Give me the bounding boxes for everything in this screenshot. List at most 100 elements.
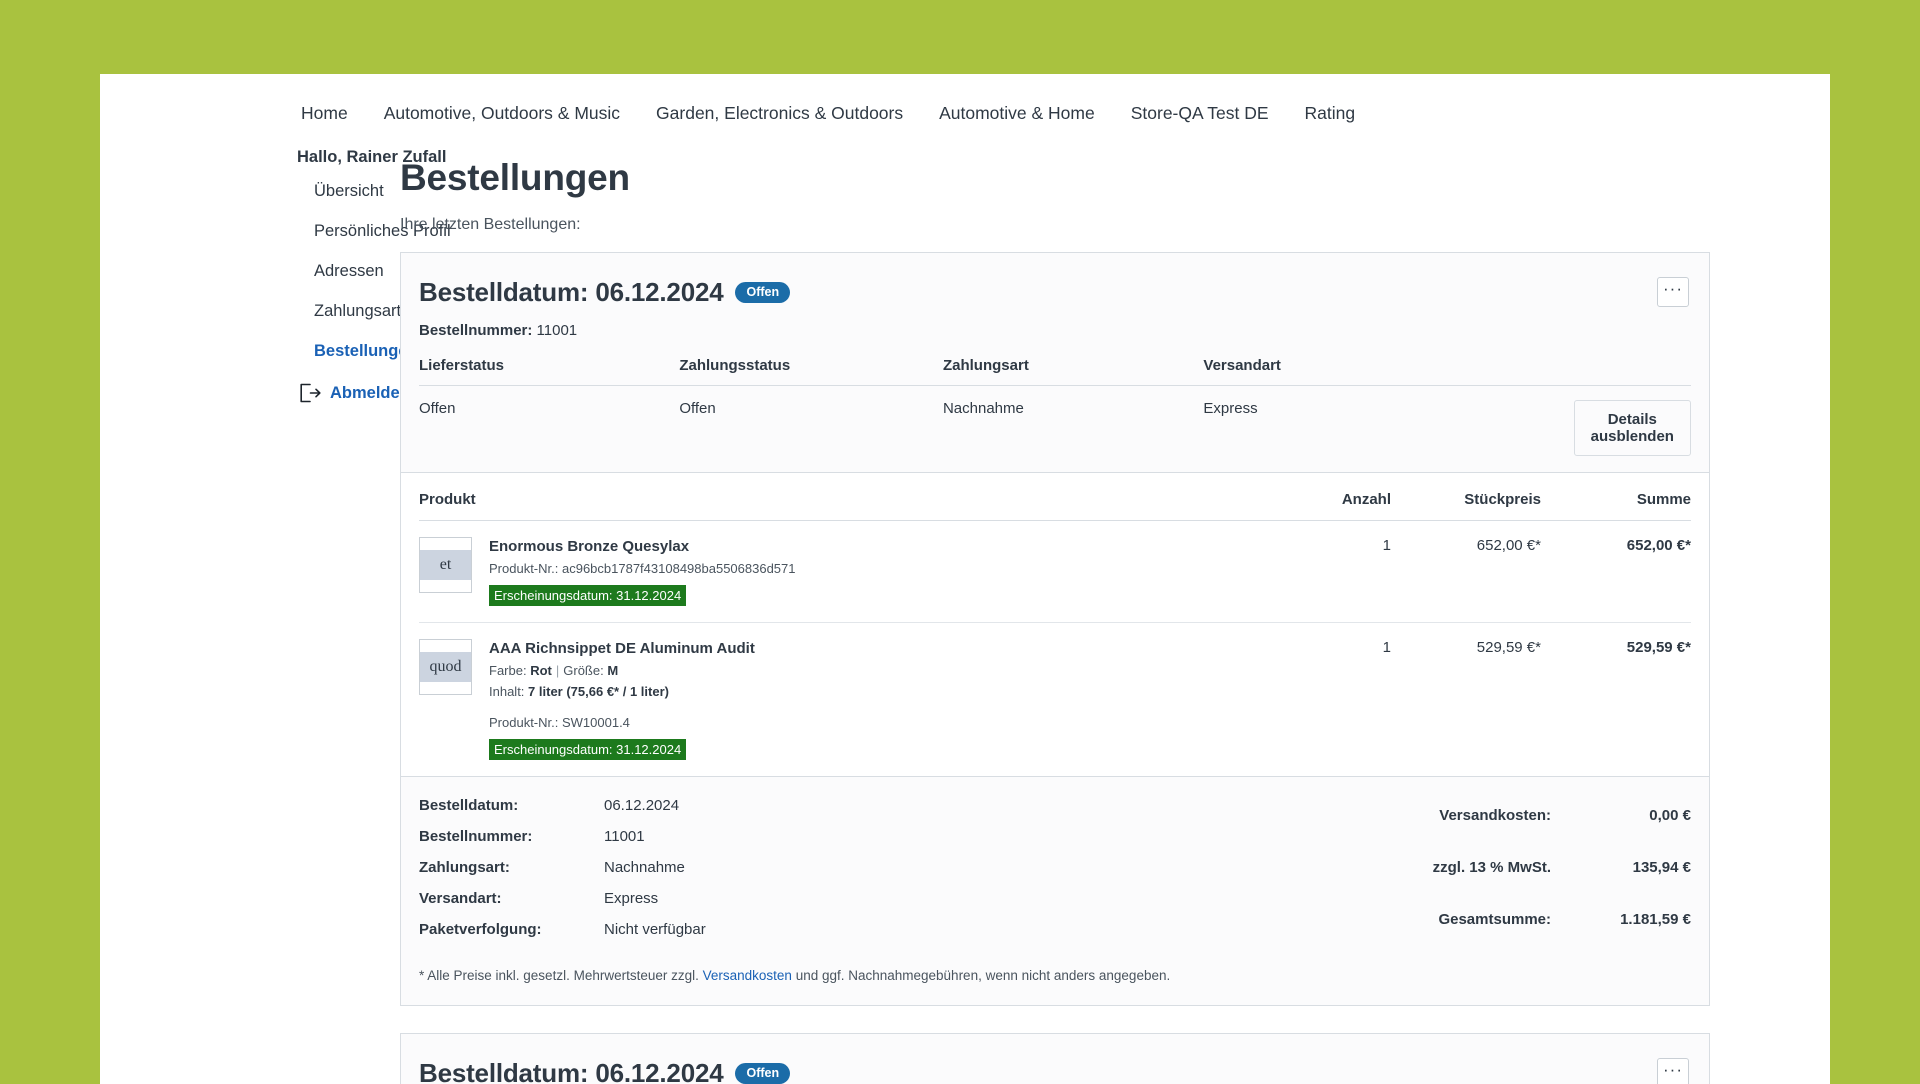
sidebar-item-bestellungen[interactable]: Bestellungen <box>314 342 418 361</box>
table-header-row: Produkt Anzahl Stückpreis Summe <box>419 473 1691 521</box>
order-actions-menu-button[interactable]: ··· <box>1657 1058 1689 1084</box>
order-summary-details: Bestelldatum: 06.12.2024 Bestellnummer: … <box>419 797 706 952</box>
main-navigation: Home Automotive, Outdoors & Music Garden… <box>100 74 1830 126</box>
sidebar-item-label[interactable]: Adressen <box>314 262 384 280</box>
shipping-costs-link[interactable]: Versandkosten <box>703 968 792 983</box>
nav-item-home[interactable]: Home <box>297 101 352 126</box>
order-card-header: Bestelldatum: 06.12.2024 Offen ··· <box>401 253 1709 308</box>
product-total: 652,00 €* <box>1541 520 1691 623</box>
order-products-table: Produkt Anzahl Stückpreis Summe et Enorm… <box>419 473 1691 776</box>
account-sidebar: Hallo, Rainer Zufall Übersicht Persönlic… <box>100 148 451 1084</box>
value-zahlungsstatus: Offen <box>679 400 716 417</box>
sidebar-item-persoenliches-profil[interactable]: Persönliches Profil <box>314 222 451 241</box>
order-date-line: Bestelldatum: 06.12.2024 Offen <box>419 277 791 308</box>
product-unit-price: 529,59 €* <box>1476 639 1541 656</box>
order-date: Bestelldatum: 06.12.2024 <box>419 277 724 307</box>
product-number-value: SW10001.4 <box>561 715 630 730</box>
table-row: Versandkosten: 0,00 € <box>1433 797 1691 849</box>
product-name[interactable]: AAA Richnsippet DE Aluminum Audit <box>489 640 755 657</box>
product-number: Produkt-Nr.: SW10001.4 <box>489 715 755 730</box>
table-row: Gesamtsumme: 1.181,59 € <box>1433 900 1691 952</box>
page-title: Bestellungen <box>400 157 630 198</box>
table-row: et Enormous Bronze Quesylax Produkt-Nr.:… <box>419 520 1691 623</box>
summary-key: Bestelldatum: <box>419 797 519 814</box>
summary-value: Nachnahme <box>604 859 685 876</box>
total-value: 1.181,59 € <box>1620 910 1691 928</box>
order-number-line: Bestellnummer: 11001 <box>401 308 1709 339</box>
footnote-pre: * Alle Preise inkl. gesetzl. Mehrwertste… <box>419 968 703 983</box>
table-row: Offen Offen Nachnahme Express Details au… <box>419 386 1691 473</box>
total-key: Versandkosten: <box>1439 807 1551 825</box>
summary-key: Zahlungsart: <box>419 859 510 876</box>
table-header-row: Lieferstatus Zahlungsstatus Zahlungsart … <box>419 357 1691 386</box>
logout-label[interactable]: Abmelden <box>330 384 410 403</box>
variant-color-value: Rot <box>530 663 552 678</box>
summary-value: 06.12.2024 <box>604 797 680 814</box>
sidebar-menu: Übersicht Persönliches Profil Adressen Z… <box>297 182 451 361</box>
content-value: 7 liter (75,66 €* / 1 liter) <box>528 684 669 699</box>
product-number-label: Produkt-Nr.: <box>489 715 559 730</box>
sidebar-greeting: Hallo, Rainer Zufall <box>297 148 447 166</box>
header-stueckpreis: Stückpreis <box>1391 473 1541 521</box>
release-date-badge: Erscheinungsdatum: 31.12.2024 <box>489 739 687 760</box>
sidebar-item-uebersicht[interactable]: Übersicht <box>314 182 400 201</box>
nav-item-garden-electronics-outdoors[interactable]: Garden, Electronics & Outdoors <box>652 101 907 126</box>
product-number-value: ac96bcb1787f43108498ba5506836d571 <box>561 561 796 576</box>
product-name[interactable]: Enormous Bronze Quesylax <box>489 538 796 555</box>
nav-item-automotive-outdoors-music[interactable]: Automotive, Outdoors & Music <box>380 101 624 126</box>
product-cell: quod AAA Richnsippet DE Aluminum Audit F… <box>419 623 1281 777</box>
summary-key: Versandart: <box>419 890 502 907</box>
table-row: Bestelldatum: 06.12.2024 <box>419 797 706 828</box>
table-row: zzgl. 13 % MwSt. 135,94 € <box>1433 849 1691 901</box>
footnote-post: und ggf. Nachnahmegebühren, wenn nicht a… <box>791 968 1171 983</box>
value-lieferstatus: Offen <box>419 400 456 417</box>
header-lieferstatus: Lieferstatus <box>419 357 680 386</box>
summary-value: 11001 <box>604 828 645 845</box>
product-thumbnail-placeholder: quod <box>420 652 471 682</box>
total-value: 0,00 € <box>1649 807 1691 825</box>
product-thumbnail-placeholder: et <box>420 550 471 580</box>
header-anzahl: Anzahl <box>1281 473 1391 521</box>
product-variant: Farbe: Rot | Größe: M <box>489 663 755 678</box>
total-value: 135,94 € <box>1632 858 1691 876</box>
sidebar-item-zahlungsarten[interactable]: Zahlungsarten <box>314 302 420 321</box>
logout-icon <box>299 383 321 403</box>
product-total: 529,59 €* <box>1626 639 1691 656</box>
details-toggle-button[interactable]: Details ausblenden <box>1573 400 1691 456</box>
variant-size-label: Größe: <box>563 663 604 678</box>
order-actions-menu-button[interactable]: ··· <box>1657 277 1689 307</box>
order-card-header: Bestelldatum: 06.12.2024 Offen ··· <box>401 1034 1709 1084</box>
variant-size-value: M <box>607 663 619 678</box>
order-card: Bestelldatum: 06.12.2024 Offen ··· Beste… <box>400 252 1710 1006</box>
value-zahlungsart: Nachnahme <box>942 400 1024 417</box>
sidebar-item-label[interactable]: Übersicht <box>314 182 384 200</box>
nav-item-automotive-home[interactable]: Automotive & Home <box>935 101 1099 126</box>
sidebar-item-adressen[interactable]: Adressen <box>314 262 400 281</box>
variant-color-label: Farbe: <box>489 663 527 678</box>
product-unit-price: 652,00 €* <box>1391 520 1541 623</box>
product-thumbnail[interactable]: quod <box>419 639 472 695</box>
content-label: Inhalt: <box>489 684 525 699</box>
page-subtitle: Ihre letzten Bestellungen: <box>400 216 581 233</box>
table-row: quod AAA Richnsippet DE Aluminum Audit F… <box>419 623 1691 777</box>
order-summary-totals: Versandkosten: 0,00 € zzgl. 13 % MwSt. 1… <box>1433 797 1691 952</box>
header-produkt: Produkt <box>419 473 1281 521</box>
order-products-wrap: Produkt Anzahl Stückpreis Summe et Enorm… <box>401 473 1709 776</box>
nav-item-store-qa-test-de[interactable]: Store-QA Test DE <box>1127 101 1273 126</box>
price-footnote: * Alle Preise inkl. gesetzl. Mehrwertste… <box>401 960 1709 1005</box>
browser-viewport: Home Automotive, Outdoors & Music Garden… <box>100 74 1830 1084</box>
summary-value: Express <box>604 890 659 907</box>
value-versandart: Express <box>1203 400 1258 417</box>
header-zahlungsstatus: Zahlungsstatus <box>679 357 943 386</box>
logout-row[interactable]: Abmelden <box>297 383 410 403</box>
order-date: Bestelldatum: 06.12.2024 <box>419 1058 724 1084</box>
nav-item-rating[interactable]: Rating <box>1301 101 1360 126</box>
product-thumbnail[interactable]: et <box>419 537 472 593</box>
product-number-label: Produkt-Nr.: <box>489 561 559 576</box>
details-toggle-cell: Details ausblenden <box>1573 386 1691 473</box>
order-status-table: Lieferstatus Zahlungsstatus Zahlungsart … <box>419 357 1691 472</box>
order-card: Bestelldatum: 06.12.2024 Offen ··· <box>400 1033 1710 1084</box>
table-row: Paketverfolgung: Nicht verfügbar <box>419 921 706 952</box>
header-actions <box>1573 357 1691 386</box>
